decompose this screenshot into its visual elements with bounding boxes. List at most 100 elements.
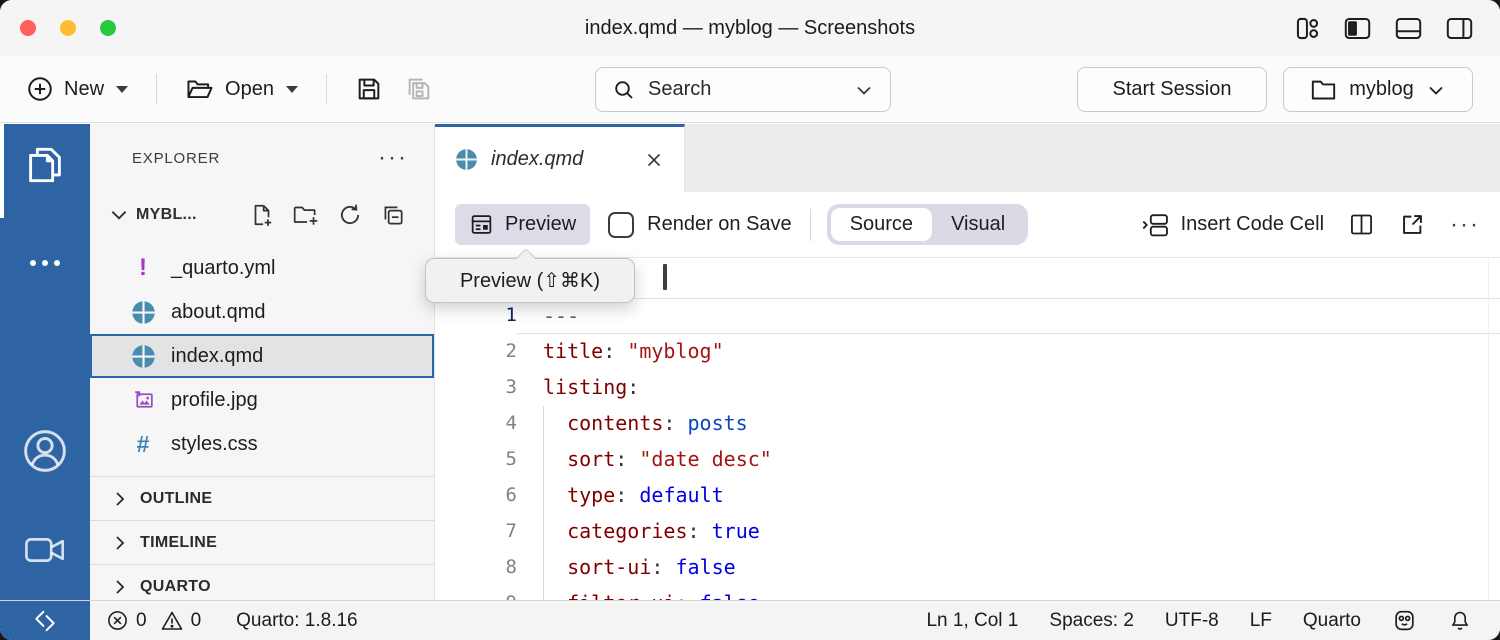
- source-mode-button[interactable]: Source: [831, 208, 932, 241]
- save-button[interactable]: [349, 69, 389, 109]
- file-list: !_quarto.yml about.qmd index.qmdprofile.jp…: [90, 246, 434, 466]
- language-mode[interactable]: Quarto: [1303, 610, 1361, 632]
- preview-tooltip: Preview (⇧⌘K): [425, 258, 635, 303]
- editor-scrollbar[interactable]: [1488, 258, 1500, 600]
- code-line-2[interactable]: 2title: "myblog": [435, 334, 1500, 370]
- chevron-down-icon: [854, 80, 874, 100]
- chevron-down-icon: [108, 204, 130, 226]
- toggle-secondary-sidebar-icon[interactable]: [1445, 15, 1474, 42]
- close-tab-icon[interactable]: [644, 150, 664, 170]
- file-row-styles.css[interactable]: #styles.css: [90, 422, 434, 466]
- new-file-icon[interactable]: [249, 202, 275, 228]
- code-line-1[interactable]: 1---: [435, 298, 1500, 334]
- workspace-name-label: MYBL...: [136, 206, 197, 224]
- search-icon: [612, 78, 636, 102]
- new-button-label: New: [64, 78, 104, 101]
- app-window: index.qmd — myblog — Screenshots: [0, 0, 1500, 640]
- activity-bar: [0, 124, 90, 600]
- file-row-_quarto.yml[interactable]: !_quarto.yml: [90, 246, 434, 290]
- warning-icon: [160, 609, 184, 633]
- chevron-down-icon: [1426, 80, 1446, 100]
- line-content: sort: "date desc": [517, 442, 1500, 478]
- encoding-setting[interactable]: UTF-8: [1165, 610, 1219, 632]
- camera-icon[interactable]: [0, 530, 90, 570]
- preview-button[interactable]: Preview: [455, 204, 590, 245]
- explorer-more-actions-icon[interactable]: ···: [378, 153, 408, 163]
- notifications-bell-icon[interactable]: [1448, 609, 1472, 633]
- quarto-version[interactable]: Quarto: 1.8.16: [236, 610, 357, 632]
- file-row-index.qmd[interactable]: index.qmd: [90, 334, 434, 378]
- editor-more-actions-icon[interactable]: ···: [1450, 220, 1480, 230]
- code-line-3[interactable]: 3listing:: [435, 370, 1500, 406]
- problems-indicator[interactable]: 0 0: [106, 609, 201, 633]
- search-input[interactable]: Search: [595, 67, 891, 112]
- code-line-4[interactable]: 4 contents: posts: [435, 406, 1500, 442]
- customize-layout-icon[interactable]: [1294, 15, 1321, 42]
- file-name-label: about.qmd: [171, 301, 266, 324]
- globe-icon: [130, 299, 156, 325]
- sidebar-section-timeline[interactable]: TIMELINE: [90, 520, 434, 564]
- file-row-profile.jpg[interactable]: profile.jpg: [90, 378, 434, 422]
- open-in-new-window-icon[interactable]: [1399, 211, 1426, 238]
- insert-code-cell-icon: [1141, 211, 1171, 239]
- cursor-position[interactable]: Ln 1, Col 1: [926, 610, 1018, 632]
- folder-open-icon: [185, 75, 215, 103]
- new-folder-icon[interactable]: [292, 202, 320, 228]
- section-label: TIMELINE: [140, 534, 217, 552]
- sidebar-section-outline[interactable]: OUTLINE: [90, 476, 434, 520]
- top-action-bar: New Open: [0, 56, 1500, 123]
- status-bar: 0 0 Quarto: 1.8.16 Ln 1, Col 1 Spaces: 2…: [0, 600, 1500, 640]
- image-icon: [130, 387, 156, 413]
- line-content: contents: posts: [517, 406, 1500, 442]
- preview-button-label: Preview: [505, 213, 576, 236]
- error-icon: [106, 609, 129, 632]
- tab-bar: index.qmd: [435, 124, 1500, 192]
- code-line-8[interactable]: 8 sort-ui: false: [435, 550, 1500, 586]
- render-on-save-label: Render on Save: [647, 213, 792, 236]
- tab-index-qmd[interactable]: index.qmd: [435, 124, 685, 192]
- render-on-save-checkbox[interactable]: [608, 212, 634, 238]
- eol-setting[interactable]: LF: [1250, 610, 1272, 632]
- file-row-about.qmd[interactable]: about.qmd: [90, 290, 434, 334]
- divider: [326, 74, 327, 104]
- save-all-button[interactable]: [399, 69, 439, 109]
- toggle-panel-icon[interactable]: [1394, 15, 1423, 42]
- code-line-6[interactable]: 6 type: default: [435, 478, 1500, 514]
- feedback-icon[interactable]: [1392, 608, 1417, 633]
- search-placeholder: Search: [648, 78, 711, 101]
- insert-code-cell-button[interactable]: Insert Code Cell: [1141, 211, 1324, 239]
- chevron-right-icon: [110, 533, 130, 553]
- code-editor[interactable]: 1---2title: "myblog"3listing:4 contents:…: [435, 258, 1500, 600]
- account-icon[interactable]: [0, 426, 90, 476]
- split-editor-icon[interactable]: [1348, 211, 1375, 238]
- remote-indicator[interactable]: [0, 601, 90, 640]
- new-button[interactable]: New: [20, 69, 134, 109]
- explorer-sidebar: EXPLORER ··· MYBL...: [90, 124, 435, 600]
- sidebar-sections: OUTLINE TIMELINE QUARTO: [90, 476, 434, 600]
- chevron-down-icon: [116, 86, 128, 93]
- more-views-icon[interactable]: [0, 256, 90, 270]
- line-number: 8: [435, 550, 517, 586]
- sidebar-section-quarto[interactable]: QUARTO: [90, 564, 434, 600]
- collapse-all-icon[interactable]: [380, 202, 406, 228]
- line-content: sort-ui: false: [517, 550, 1500, 586]
- css-hash-icon: #: [130, 431, 156, 457]
- refresh-icon[interactable]: [337, 202, 363, 228]
- project-selector-button[interactable]: myblog: [1283, 67, 1473, 112]
- explorer-view-icon[interactable]: [0, 142, 90, 188]
- open-button[interactable]: Open: [179, 69, 304, 109]
- open-button-label: Open: [225, 78, 274, 101]
- visual-mode-button[interactable]: Visual: [932, 208, 1024, 241]
- line-number: 9: [435, 586, 517, 600]
- start-session-button[interactable]: Start Session: [1077, 67, 1267, 112]
- save-icon: [355, 75, 383, 103]
- chevron-right-icon: [110, 489, 130, 509]
- indent-guide: [543, 406, 544, 600]
- indentation-setting[interactable]: Spaces: 2: [1049, 610, 1134, 632]
- code-line-7[interactable]: 7 categories: true: [435, 514, 1500, 550]
- toggle-primary-sidebar-icon[interactable]: [1343, 15, 1372, 42]
- code-line-5[interactable]: 5 sort: "date desc": [435, 442, 1500, 478]
- plus-circle-icon: [26, 75, 54, 103]
- code-line-9[interactable]: 9 filter-ui: false: [435, 586, 1500, 600]
- workspace-section-header[interactable]: MYBL...: [90, 186, 434, 244]
